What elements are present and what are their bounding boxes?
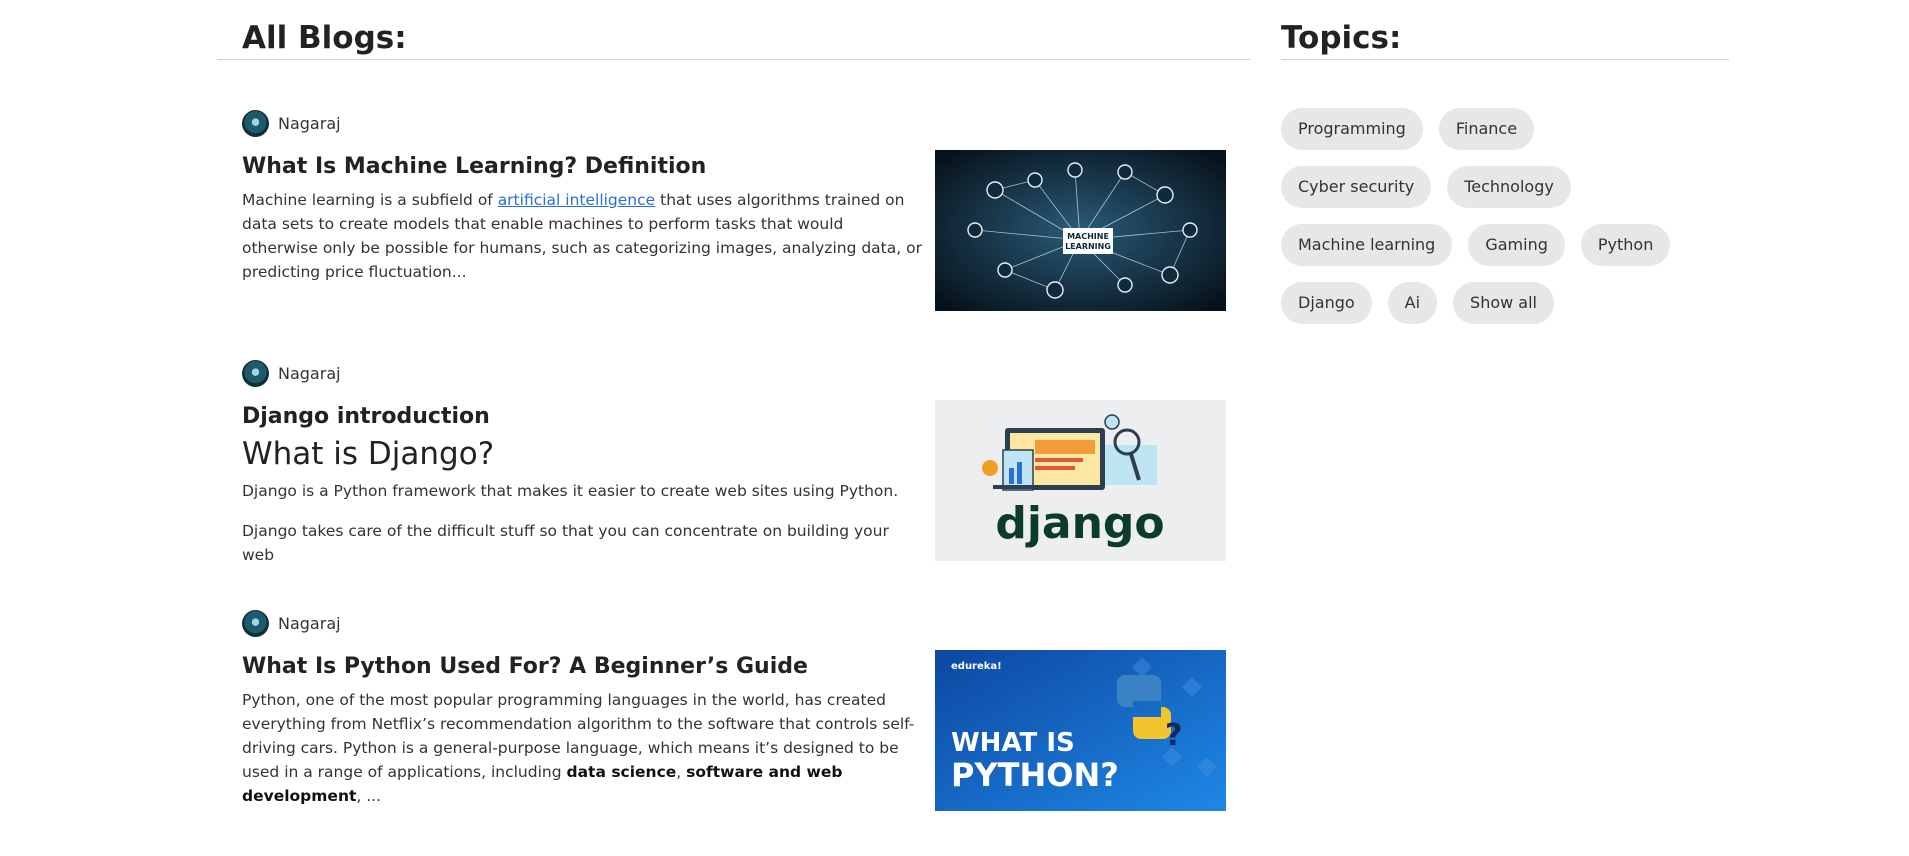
author-name: Nagaraj <box>278 113 341 133</box>
post-author[interactable]: Nagaraj <box>242 109 1226 137</box>
topics-heading: Topics: <box>1281 0 1729 60</box>
author-name: Nagaraj <box>278 363 341 383</box>
avatar <box>242 109 269 137</box>
topic-cyber-security[interactable]: Cyber security <box>1281 166 1432 208</box>
post-excerpt: Django is a Python framework that makes … <box>242 479 922 567</box>
topic-technology[interactable]: Technology <box>1447 166 1571 208</box>
blog-post[interactable]: Nagaraj Django introduction What is Djan… <box>242 359 1226 583</box>
topic-finance[interactable]: Finance <box>1438 108 1535 150</box>
show-all-topics-button[interactable]: Show all <box>1453 282 1554 324</box>
author-name: Nagaraj <box>278 613 341 633</box>
topic-programming[interactable]: Programming <box>1281 108 1423 150</box>
topics-sidebar: Topics: Programming Finance Cyber securi… <box>1281 0 1729 340</box>
blog-post[interactable]: Nagaraj What Is Python Used For? A Begin… <box>242 609 1226 811</box>
topic-python[interactable]: Python <box>1580 224 1671 266</box>
svg-text:django: django <box>995 498 1164 549</box>
post-author[interactable]: Nagaraj <box>242 359 1226 387</box>
svg-text:PYTHON?: PYTHON? <box>951 756 1119 794</box>
blogs-column: All Blogs: Nagaraj What Is Machine Learn… <box>217 0 1250 811</box>
topic-django[interactable]: Django <box>1281 282 1372 324</box>
svg-text:edureka!: edureka! <box>951 661 1002 672</box>
machine-learning-thumbnail[interactable]: MACHINE LEARNING <box>935 150 1226 311</box>
excerpt-paragraph: Django is a Python framework that makes … <box>242 482 899 500</box>
avatar <box>242 609 269 637</box>
svg-text:WHAT IS: WHAT IS <box>951 728 1075 758</box>
post-author[interactable]: Nagaraj <box>242 609 1226 637</box>
topic-gaming[interactable]: Gaming <box>1468 224 1565 266</box>
avatar <box>242 359 269 387</box>
topic-list: Programming Finance Cyber security Techn… <box>1281 108 1711 340</box>
python-thumbnail[interactable]: edureka! ? WHAT IS PYTHON? <box>935 650 1226 811</box>
django-thumbnail[interactable]: django <box>935 400 1226 561</box>
artificial-intelligence-link[interactable]: artificial intelligence <box>498 191 656 209</box>
post-excerpt: Machine learning is a subfield of artifi… <box>242 191 922 281</box>
svg-text:LEARNING: LEARNING <box>1065 242 1111 251</box>
svg-text:?: ? <box>1165 718 1182 753</box>
blog-post[interactable]: Nagaraj What Is Machine Learning? Defini… <box>242 109 1226 311</box>
all-blogs-heading: All Blogs: <box>217 0 1250 60</box>
post-excerpt: Python, one of the most popular programm… <box>242 691 915 805</box>
topic-ai[interactable]: Ai <box>1387 282 1438 324</box>
svg-text:MACHINE: MACHINE <box>1067 232 1109 241</box>
topic-machine-learning[interactable]: Machine learning <box>1281 224 1453 266</box>
excerpt-paragraph: Django takes care of the difficult stuff… <box>242 522 889 564</box>
